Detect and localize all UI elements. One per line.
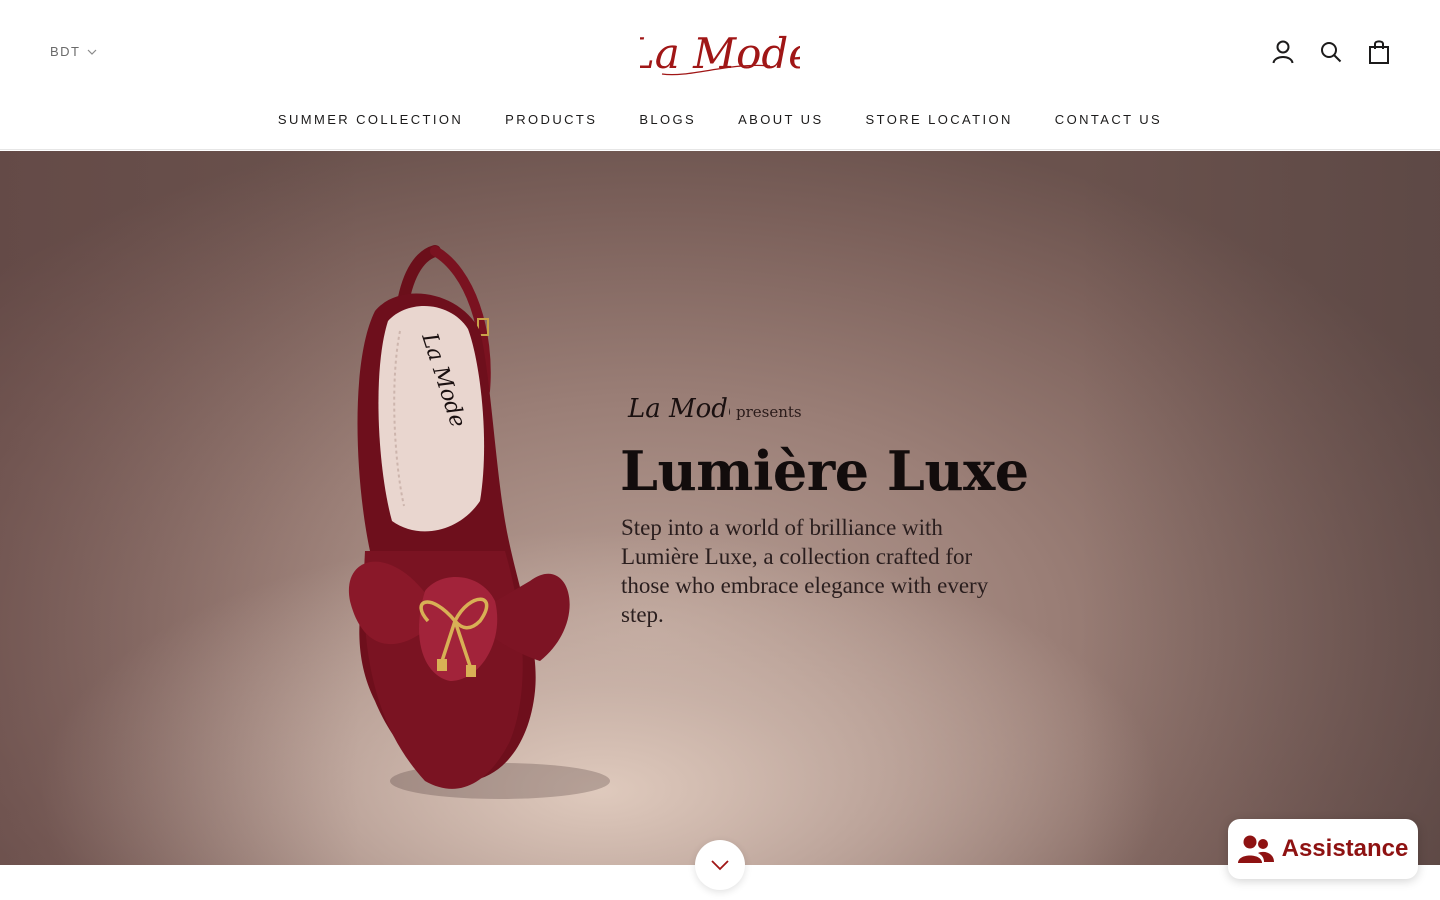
logo[interactable]: La Mode [640,22,800,86]
presents-logo: La Mode [627,394,730,424]
currency-selector[interactable]: BDT [50,44,97,59]
search-icon[interactable] [1318,38,1344,66]
hero-title: Lumière Luxe [620,439,1029,503]
hero-banner[interactable]: La Mode La Mode presents Lumière Luxe St… [0,151,1440,865]
chevron-down-icon [87,49,96,55]
assistance-button[interactable]: Assistance [1228,819,1418,879]
nav-item-products[interactable]: PRODUCTS [505,112,597,127]
shoe-image: La Mode [348,245,610,799]
svg-text:La Mode: La Mode [640,29,800,78]
chevron-down-icon [711,860,729,871]
header-icons [1270,38,1392,66]
svg-text:La Mode: La Mode [627,394,730,424]
hero-description: Step into a world of brilliance with Lum… [621,515,989,627]
nav-item-store-location[interactable]: STORE LOCATION [866,112,1013,127]
presents-text: presents [736,403,802,421]
currency-label: BDT [50,44,81,59]
cart-icon[interactable] [1366,38,1392,66]
assistance-label: Assistance [1281,835,1409,862]
nav-item-contact-us[interactable]: CONTACT US [1055,112,1162,127]
users-icon [1237,835,1274,863]
nav-item-about-us[interactable]: ABOUT US [738,112,823,127]
nav-item-summer-collection[interactable]: SUMMER COLLECTION [278,112,463,127]
site-header: BDT La Mode SUMMER COLLECTION PRODUCTS B… [0,0,1440,150]
brand-presents: La Mode presents [626,389,802,429]
main-nav: SUMMER COLLECTION PRODUCTS BLOGS ABOUT U… [0,112,1440,127]
hero-vignette [0,151,1440,865]
nav-item-blogs[interactable]: BLOGS [639,112,696,127]
scroll-down-button[interactable] [695,840,745,890]
account-icon[interactable] [1270,38,1296,66]
